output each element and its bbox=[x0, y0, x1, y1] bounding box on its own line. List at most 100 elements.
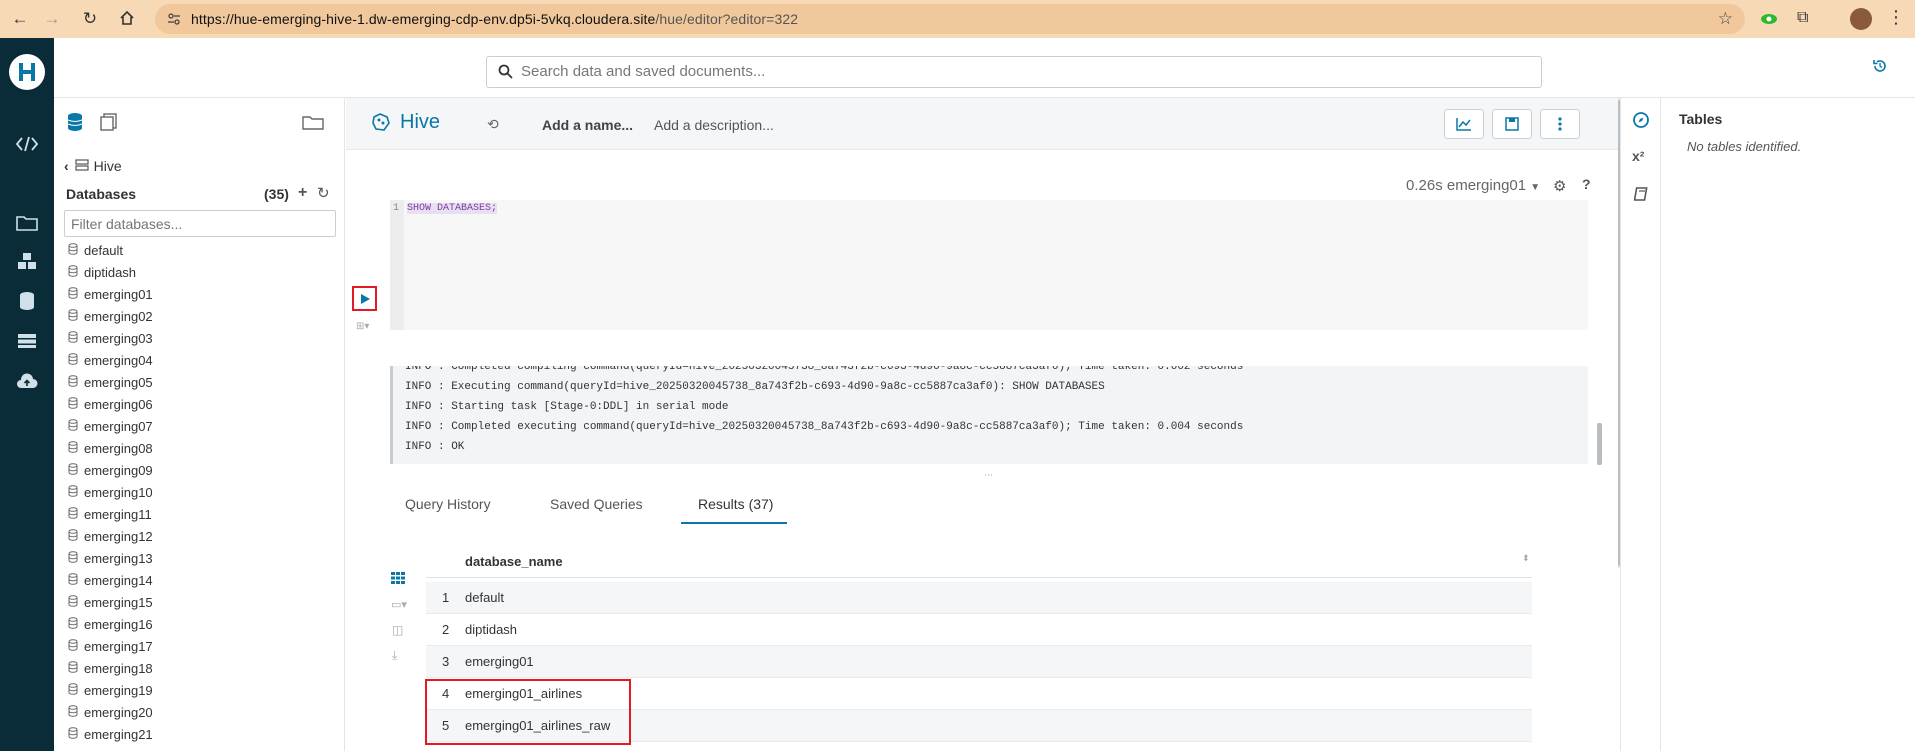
query-history-icon[interactable]: ⟲ bbox=[487, 116, 499, 133]
query-description-field[interactable]: Add a description... bbox=[654, 117, 774, 133]
column-header[interactable]: database_name bbox=[465, 554, 563, 569]
resize-handle[interactable]: ⋯ bbox=[984, 470, 993, 481]
chart-view-icon[interactable]: ▭▾ bbox=[391, 598, 407, 611]
database-item[interactable]: emerging08 bbox=[68, 438, 153, 458]
extension-eye-icon[interactable] bbox=[1760, 10, 1778, 28]
database-item[interactable]: emerging19 bbox=[68, 680, 153, 700]
database-item[interactable]: emerging20 bbox=[68, 702, 153, 722]
profile-avatar[interactable] bbox=[1850, 8, 1872, 30]
help-icon[interactable]: ? bbox=[1582, 176, 1591, 192]
database-icon[interactable] bbox=[13, 289, 41, 313]
database-name: emerging05 bbox=[84, 374, 153, 390]
reload-icon[interactable]: ↻ bbox=[78, 7, 102, 31]
database-item[interactable]: emerging07 bbox=[68, 416, 153, 436]
files-tab-icon[interactable] bbox=[302, 114, 324, 133]
add-database-icon[interactable]: + bbox=[298, 184, 307, 202]
execute-button[interactable] bbox=[355, 289, 374, 308]
database-item[interactable]: emerging13 bbox=[68, 548, 153, 568]
database-item[interactable]: emerging11 bbox=[68, 504, 152, 524]
assist-panel: ‹ Hive Databases (35) + ↻ default diptida… bbox=[54, 98, 345, 751]
database-name: emerging12 bbox=[84, 528, 153, 544]
more-options-button[interactable] bbox=[1540, 109, 1580, 139]
table-row[interactable]: 2 diptidash bbox=[426, 614, 1532, 646]
breadcrumb-back[interactable]: ‹ Hive bbox=[64, 158, 122, 174]
database-item[interactable]: emerging17 bbox=[68, 636, 153, 656]
database-name: emerging17 bbox=[84, 638, 153, 654]
tab-query-history[interactable]: Query History bbox=[405, 496, 491, 512]
home-icon[interactable] bbox=[115, 6, 139, 30]
address-bar[interactable]: https://hue-emerging-hive-1.dw-emerging-… bbox=[155, 4, 1745, 34]
table-row[interactable]: 1 default bbox=[426, 582, 1532, 614]
forward-arrow-icon[interactable]: → bbox=[40, 7, 64, 31]
log-scrollbar[interactable] bbox=[1597, 423, 1602, 465]
grid-view-icon[interactable] bbox=[391, 572, 405, 587]
bookmark-star-icon[interactable]: ☆ bbox=[1718, 9, 1733, 29]
gear-icon[interactable]: ⚙ bbox=[1553, 177, 1566, 195]
tab-results[interactable]: Results (37) bbox=[698, 496, 773, 512]
explain-dropdown-icon[interactable]: ⊞▾ bbox=[356, 321, 369, 332]
database-item[interactable]: emerging01 bbox=[68, 284, 153, 304]
code-editor[interactable]: 1 SHOW DATABASES; bbox=[390, 200, 1588, 330]
database-name: emerging20 bbox=[84, 704, 153, 720]
functions-icon[interactable]: x² bbox=[1632, 148, 1644, 164]
database-item[interactable]: emerging09 bbox=[68, 460, 153, 480]
top-bar bbox=[54, 38, 1915, 98]
database-item[interactable]: diptidash bbox=[68, 262, 136, 282]
save-button[interactable] bbox=[1492, 109, 1532, 139]
row-number: 2 bbox=[442, 622, 450, 637]
left-navigation bbox=[0, 38, 54, 751]
database-icon bbox=[68, 242, 78, 258]
database-item[interactable]: emerging16 bbox=[68, 614, 153, 634]
url-text: https://hue-emerging-hive-1.dw-emerging-… bbox=[191, 11, 799, 27]
compass-icon[interactable] bbox=[1633, 112, 1649, 131]
extensions-puzzle-icon[interactable]: ⧉ bbox=[1797, 9, 1808, 27]
global-search[interactable] bbox=[486, 56, 1542, 88]
database-icon bbox=[68, 462, 78, 478]
engine-title[interactable]: Hive bbox=[400, 111, 440, 134]
execution-info[interactable]: 0.26s emerging01 ▼ bbox=[1406, 177, 1540, 194]
database-item[interactable]: emerging21 bbox=[68, 724, 153, 744]
history-icon[interactable] bbox=[1872, 58, 1888, 77]
tables-list-icon[interactable] bbox=[13, 329, 41, 353]
database-item[interactable]: emerging10 bbox=[68, 482, 153, 502]
tab-saved-queries[interactable]: Saved Queries bbox=[550, 496, 643, 512]
documents-tab-icon[interactable] bbox=[99, 113, 119, 134]
editor-code-icon[interactable] bbox=[13, 132, 41, 156]
sort-icon[interactable]: ⬍ bbox=[1522, 553, 1530, 564]
query-text[interactable]: SHOW DATABASES; bbox=[407, 203, 498, 214]
columns-icon[interactable]: ◫ bbox=[392, 623, 403, 637]
database-name-cell[interactable]: default bbox=[465, 590, 504, 605]
download-icon[interactable]: ⤓ bbox=[392, 648, 397, 663]
search-input[interactable] bbox=[521, 63, 1501, 80]
hue-logo[interactable] bbox=[9, 54, 45, 90]
jobs-cubes-icon[interactable] bbox=[13, 249, 41, 273]
database-item[interactable]: default bbox=[68, 240, 123, 260]
refresh-icon[interactable]: ↻ bbox=[317, 184, 330, 202]
database-item[interactable]: emerging06 bbox=[68, 394, 153, 414]
documents-folder-icon[interactable] bbox=[13, 210, 41, 234]
browser-menu-icon[interactable]: ⋮ bbox=[1887, 7, 1905, 28]
database-item[interactable]: emerging18 bbox=[68, 658, 153, 678]
database-item[interactable]: emerging04 bbox=[68, 350, 153, 370]
database-item[interactable]: emerging15 bbox=[68, 592, 153, 612]
database-item[interactable]: emerging02 bbox=[68, 306, 153, 326]
book-icon[interactable] bbox=[1633, 186, 1650, 205]
database-item[interactable]: emerging14 bbox=[68, 570, 153, 590]
database-item[interactable]: emerging05 bbox=[68, 372, 153, 392]
sql-database-tab-icon[interactable] bbox=[66, 112, 84, 135]
filter-databases-input[interactable] bbox=[64, 210, 336, 237]
back-arrow-icon[interactable]: ← bbox=[8, 7, 32, 31]
database-name: emerging02 bbox=[84, 308, 153, 324]
table-row[interactable]: 3 emerging01 bbox=[426, 646, 1532, 678]
query-name-field[interactable]: Add a name... bbox=[542, 117, 633, 133]
database-item[interactable]: emerging12 bbox=[68, 526, 153, 546]
chart-button[interactable] bbox=[1444, 109, 1484, 139]
database-selector[interactable]: emerging01 bbox=[1447, 177, 1526, 194]
database-item[interactable]: emerging03 bbox=[68, 328, 153, 348]
database-icon bbox=[68, 330, 78, 346]
site-info-icon[interactable] bbox=[167, 12, 181, 29]
database-name-cell[interactable]: emerging01 bbox=[465, 654, 534, 669]
cloud-upload-icon[interactable] bbox=[13, 369, 41, 393]
row-number: 1 bbox=[442, 590, 450, 605]
database-name-cell[interactable]: diptidash bbox=[465, 622, 517, 637]
